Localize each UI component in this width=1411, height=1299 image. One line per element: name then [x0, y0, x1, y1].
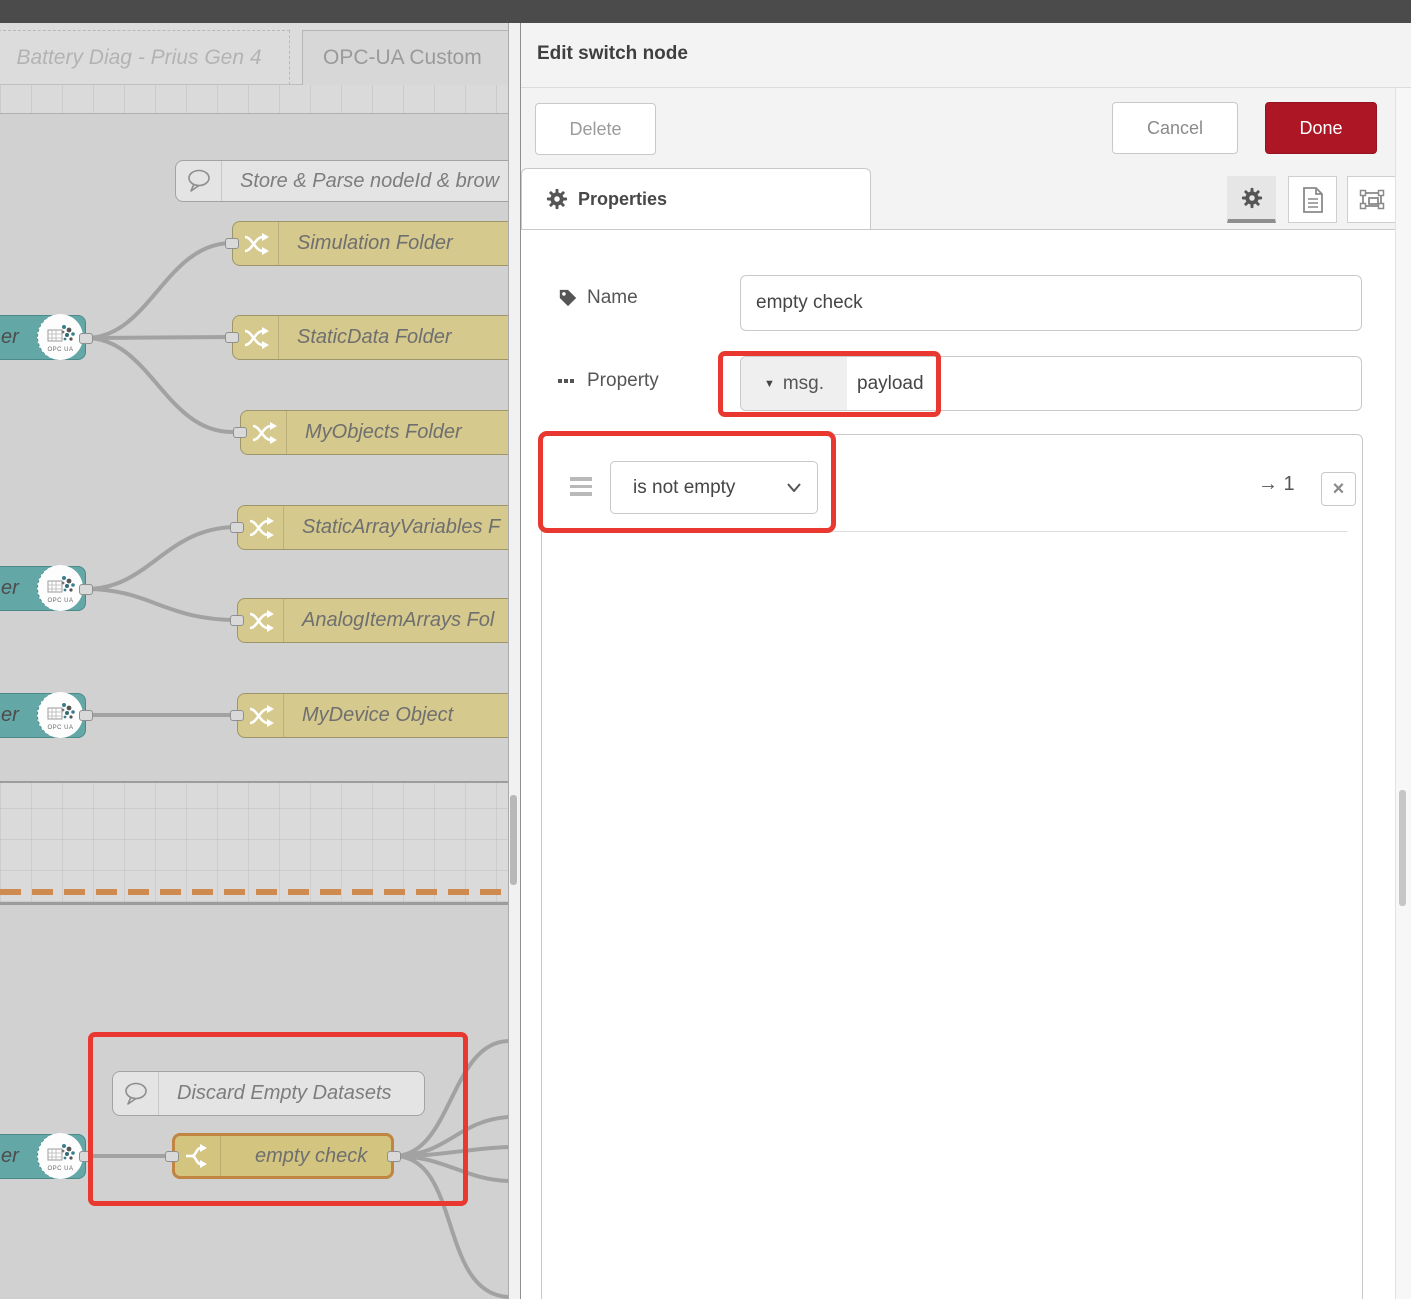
- node-output-port[interactable]: [79, 333, 93, 344]
- node-label: Simulation Folder: [279, 232, 453, 255]
- opcua-server-node[interactable]: er OPC UA: [0, 1134, 86, 1179]
- shuffle-icon: [251, 421, 277, 445]
- wire[interactable]: [86, 527, 237, 589]
- dialog-button-row: Delete Cancel Done: [521, 88, 1411, 168]
- node-output-port[interactable]: [79, 584, 93, 595]
- gear-icon: [546, 188, 568, 210]
- name-label-text: Name: [587, 287, 638, 309]
- rules-list-container: [541, 434, 1363, 1299]
- tray-resize-handle[interactable]: [508, 23, 521, 1299]
- node-input-port[interactable]: [230, 522, 244, 533]
- dialog-scrollbar-thumb[interactable]: [1399, 790, 1406, 906]
- node-label: er: [0, 1145, 19, 1168]
- opcua-machine-icon: [46, 322, 76, 346]
- node-input-port[interactable]: [225, 238, 239, 249]
- opcua-machine-icon: [46, 1141, 76, 1165]
- opcua-server-node[interactable]: er OPC UA: [0, 693, 86, 738]
- opcua-machine-icon: [46, 700, 76, 724]
- document-icon: [1302, 187, 1324, 213]
- dialog-scrollbar-track[interactable]: [1395, 88, 1411, 1299]
- switch-icon: [238, 506, 284, 549]
- node-label: StaticArrayVariables F: [284, 516, 500, 539]
- workspace-scrollbar[interactable]: [510, 795, 517, 885]
- description-view-button[interactable]: [1288, 176, 1337, 223]
- node-input-port[interactable]: [230, 710, 244, 721]
- node-input-port[interactable]: [225, 332, 239, 343]
- switch-node-staticarrayvariables[interactable]: StaticArrayVariables F: [237, 505, 508, 550]
- shuffle-icon: [248, 704, 274, 728]
- cancel-button[interactable]: Cancel: [1112, 102, 1238, 154]
- rule-output-indicator: → 1: [1258, 473, 1295, 496]
- shuffle-icon: [243, 326, 269, 350]
- comment-icon: [176, 161, 222, 201]
- opcua-badge: OPC UA: [47, 725, 73, 731]
- dialog-header: Edit switch node: [521, 23, 1411, 88]
- opcua-logo: OPC UA: [37, 692, 83, 738]
- ellipsis-icon: [558, 377, 578, 385]
- tab-properties[interactable]: Properties: [521, 168, 871, 229]
- shuffle-icon: [248, 516, 274, 540]
- rule-remove-button[interactable]: ×: [1321, 472, 1356, 506]
- node-label: er: [0, 704, 19, 727]
- appearance-frame-icon: [1359, 187, 1385, 213]
- switch-icon: [233, 316, 279, 359]
- tab-properties-label: Properties: [578, 189, 667, 210]
- property-label-text: Property: [587, 370, 659, 392]
- opcua-logo: OPC UA: [37, 565, 83, 611]
- wire[interactable]: [86, 589, 237, 620]
- done-button[interactable]: Done: [1265, 102, 1377, 154]
- annotation-box-rule: [538, 431, 836, 533]
- delete-button[interactable]: Delete: [535, 103, 656, 155]
- switch-node-simulation-folder[interactable]: Simulation Folder: [232, 221, 508, 266]
- gear-icon: [1241, 187, 1263, 209]
- name-input[interactable]: empty check: [740, 275, 1362, 331]
- node-label: StaticData Folder: [279, 326, 452, 349]
- switch-node-analogitemarrays[interactable]: AnalogItemArrays Fol: [237, 598, 508, 643]
- properties-view-button[interactable]: [1227, 176, 1276, 223]
- node-label: AnalogItemArrays Fol: [284, 609, 494, 632]
- opcua-server-node[interactable]: er OPC UA: [0, 566, 86, 611]
- node-label: MyObjects Folder: [287, 421, 462, 444]
- switch-icon: [238, 694, 284, 737]
- opcua-badge: OPC UA: [47, 347, 73, 353]
- dialog-tab-row: Properties: [521, 168, 1411, 230]
- node-output-port[interactable]: [79, 710, 93, 721]
- switch-node-mydevice-object[interactable]: MyDevice Object: [237, 693, 508, 738]
- wire[interactable]: [86, 338, 232, 432]
- property-field-label: Property: [558, 370, 659, 392]
- edit-switch-node-dialog: Edit switch node Delete Cancel Done Prop…: [521, 23, 1411, 1299]
- switch-icon: [241, 411, 287, 454]
- switch-icon: [238, 599, 284, 642]
- node-label: MyDevice Object: [284, 704, 453, 727]
- opcua-server-node[interactable]: er OPC UA: [0, 315, 86, 360]
- dialog-title: Edit switch node: [537, 43, 688, 65]
- wire[interactable]: [86, 243, 232, 338]
- node-input-port[interactable]: [230, 615, 244, 626]
- flow-workspace[interactable]: Battery Diag - Prius Gen 4 OPC-UA Custom…: [0, 23, 508, 1299]
- opcua-logo: OPC UA: [37, 1133, 83, 1179]
- comment-label: Store & Parse nodeId & brow: [222, 170, 499, 193]
- app-header-bar: [0, 0, 1411, 23]
- opcua-badge: OPC UA: [47, 598, 73, 604]
- shuffle-icon: [243, 232, 269, 256]
- opcua-machine-icon: [46, 573, 76, 597]
- switch-node-staticdata-folder[interactable]: StaticData Folder: [232, 315, 508, 360]
- speech-bubble-icon: [184, 168, 214, 194]
- wire[interactable]: [86, 337, 232, 338]
- shuffle-icon: [248, 609, 274, 633]
- comment-node-store-parse[interactable]: Store & Parse nodeId & brow: [175, 160, 508, 202]
- node-label: er: [0, 326, 19, 349]
- switch-node-myobjects-folder[interactable]: MyObjects Folder: [240, 410, 508, 455]
- node-input-port[interactable]: [233, 427, 247, 438]
- tag-icon: [558, 288, 578, 308]
- node-label: er: [0, 577, 19, 600]
- annotation-box-flow-nodes: [88, 1032, 468, 1206]
- switch-icon: [233, 222, 279, 265]
- annotation-box-property: [718, 351, 941, 417]
- opcua-badge: OPC UA: [47, 1166, 73, 1172]
- name-field-label: Name: [558, 287, 638, 309]
- appearance-view-button[interactable]: [1347, 176, 1396, 223]
- opcua-logo: OPC UA: [37, 314, 83, 360]
